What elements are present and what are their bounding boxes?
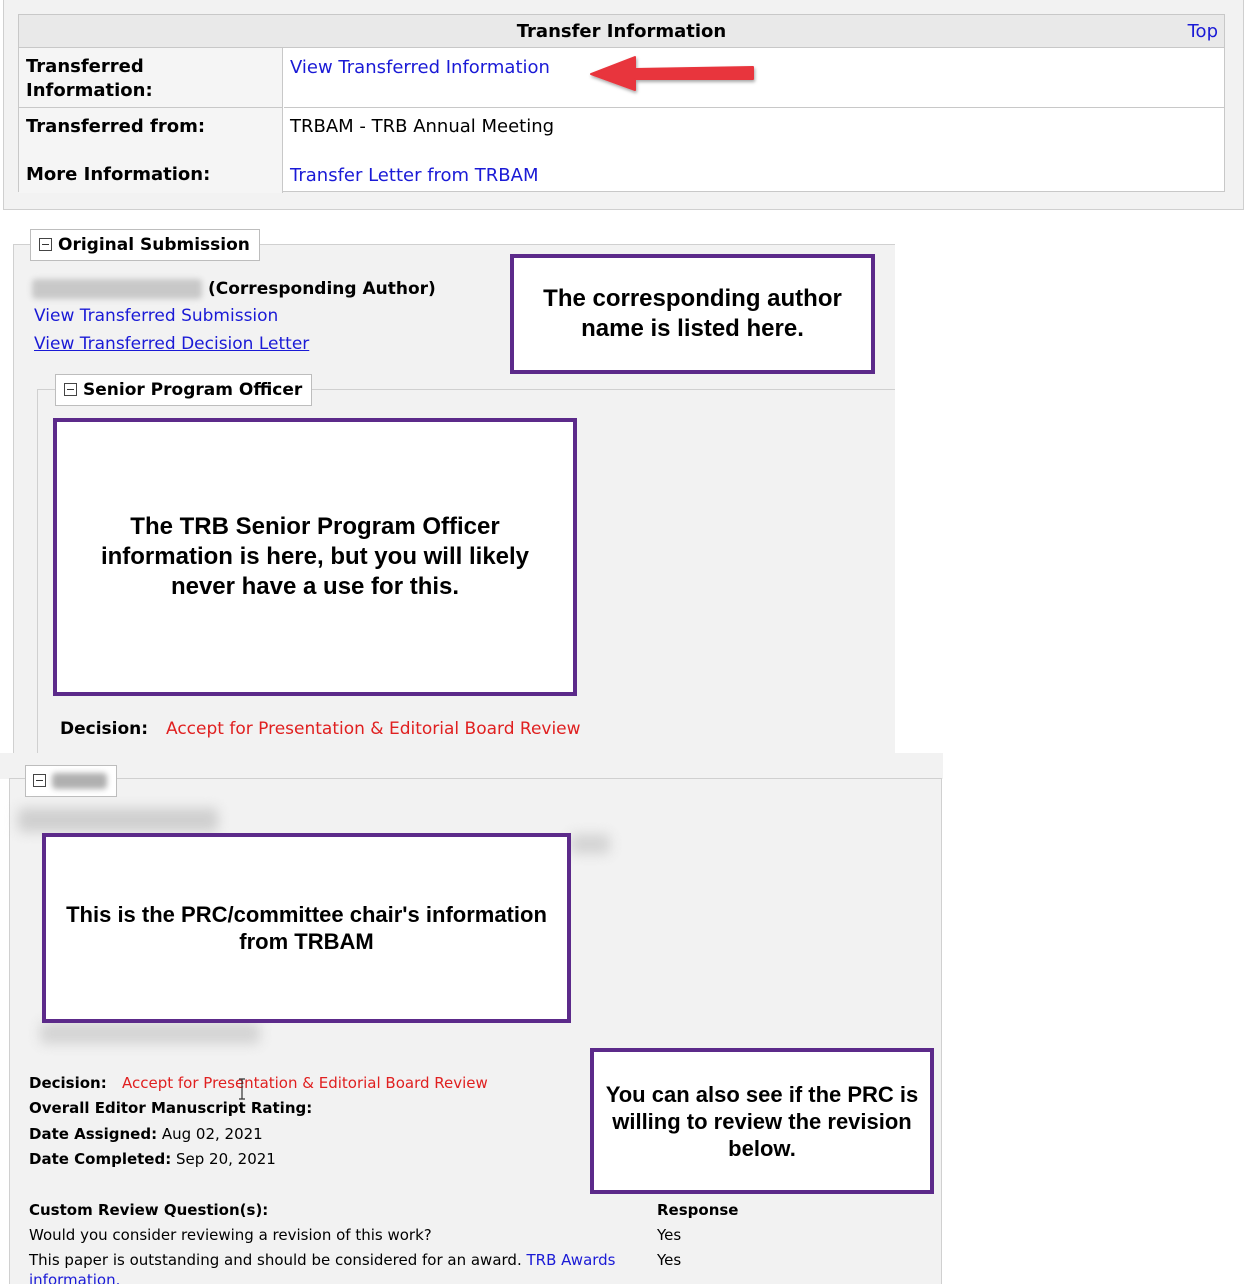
custom-question-text: This paper is outstanding and should be …: [29, 1250, 629, 1284]
transferred-from-value: TRBAM - TRB Annual Meeting: [290, 116, 555, 137]
prc-decision-value: Accept for Presentation & Editorial Boar…: [122, 1074, 488, 1092]
view-transferred-information-link[interactable]: View Transferred Information: [290, 56, 550, 80]
more-information-label: More Information:: [26, 164, 211, 185]
date-completed-label: Date Completed:: [29, 1150, 172, 1168]
date-assigned-row: Date Assigned: Aug 02, 2021: [29, 1124, 263, 1144]
redacted-prc-detail: [40, 1022, 260, 1044]
transferred-from-label: Transferred from:: [26, 116, 206, 137]
author-callout: The corresponding author name is listed …: [510, 254, 875, 374]
revision-callout: You can also see if the PRC is willing t…: [590, 1048, 934, 1194]
custom-questions-header: Custom Review Question(s):: [29, 1201, 269, 1219]
prc-decision-label: Decision:: [29, 1074, 107, 1092]
custom-question-response: Yes: [657, 1226, 682, 1244]
senior-program-officer-legend: Senior Program Officer: [83, 380, 303, 400]
transfer-information-table: Transfer Information Top Transferred Inf…: [18, 14, 1225, 193]
prc-toggle[interactable]: [25, 765, 117, 797]
custom-question-text: Would you consider reviewing a revision …: [29, 1226, 432, 1244]
custom-question-text-body: This paper is outstanding and should be …: [29, 1251, 522, 1269]
redacted-prc-detail: [570, 834, 610, 854]
top-link[interactable]: Top: [1188, 15, 1218, 48]
redacted-prc-legend: [52, 773, 107, 789]
spo-decision-value: Accept for Presentation & Editorial Boar…: [166, 719, 581, 739]
collapse-minus-icon[interactable]: [33, 774, 46, 787]
transfer-table-title: Transfer Information: [516, 21, 727, 42]
date-completed-value: Sep 20, 2021: [176, 1150, 276, 1168]
collapse-minus-icon[interactable]: [39, 238, 52, 251]
spo-callout: The TRB Senior Program Officer informati…: [53, 418, 577, 696]
view-transferred-decision-letter-link[interactable]: View Transferred Decision Letter: [34, 333, 309, 355]
date-completed-row: Date Completed: Sep 20, 2021: [29, 1149, 276, 1169]
collapse-minus-icon[interactable]: [64, 383, 77, 396]
section-divider-strip: [0, 753, 943, 779]
senior-program-officer-toggle[interactable]: Senior Program Officer: [55, 374, 313, 406]
original-submission-toggle[interactable]: Original Submission: [30, 229, 260, 261]
redacted-prc-name: [18, 808, 218, 832]
corresponding-author-role: (Corresponding Author): [208, 279, 436, 299]
overall-rating-label: Overall Editor Manuscript Rating:: [29, 1099, 313, 1117]
view-transferred-submission-link[interactable]: View Transferred Submission: [34, 305, 278, 327]
red-arrow-icon: [590, 56, 754, 91]
custom-question-response: Yes: [657, 1251, 682, 1269]
spo-decision-label: Decision:: [60, 719, 149, 739]
transfer-letter-link[interactable]: Transfer Letter from TRBAM: [290, 164, 539, 188]
redacted-author-name: [32, 279, 202, 299]
date-assigned-value: Aug 02, 2021: [161, 1125, 263, 1143]
original-submission-legend: Original Submission: [58, 235, 250, 255]
transferred-information-label: Transferred Information:: [26, 56, 153, 101]
prc-callout: This is the PRC/committee chair's inform…: [42, 833, 571, 1023]
date-assigned-label: Date Assigned:: [29, 1125, 158, 1143]
response-header: Response: [657, 1201, 739, 1219]
transfer-table-header: Transfer Information Top: [19, 15, 1224, 48]
text-cursor-icon: [239, 1078, 245, 1100]
